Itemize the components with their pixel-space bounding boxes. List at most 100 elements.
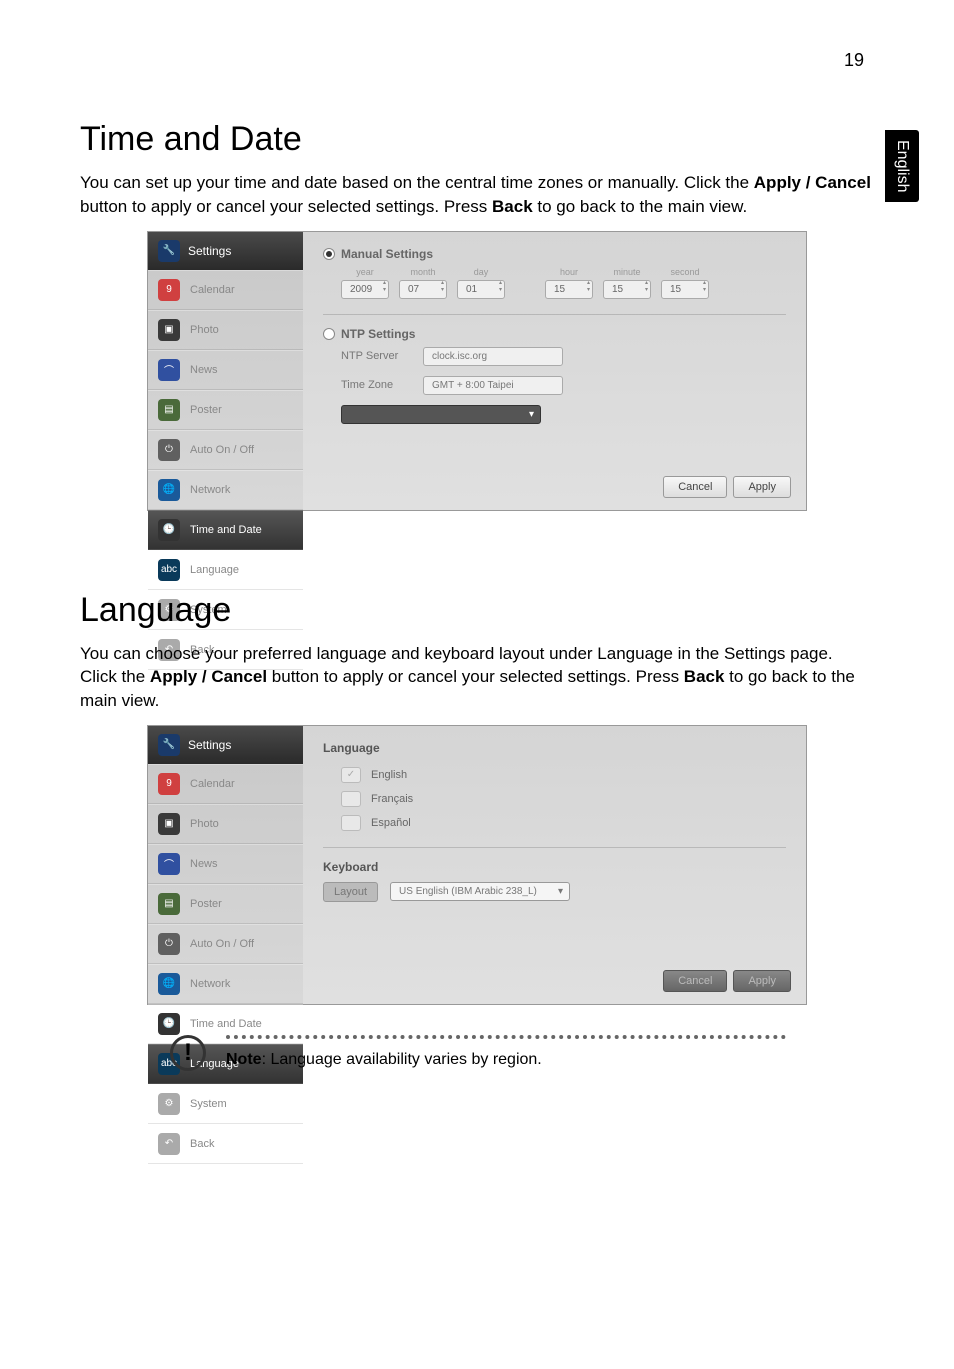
radio-icon <box>323 328 335 340</box>
sidebar-item-label: Poster <box>190 404 222 416</box>
sidebar-item-label: Auto On / Off <box>190 444 254 456</box>
rss-icon: ⌒ <box>158 853 180 875</box>
sidebar-item-calendar[interactable]: 9 Calendar <box>148 764 303 804</box>
language-option-francais[interactable]: Français <box>341 787 786 811</box>
sidebar-item-label: News <box>190 858 218 870</box>
layout-label: Layout <box>323 882 378 902</box>
label-second: second <box>661 267 709 277</box>
intro-language: You can choose your preferred language a… <box>80 642 874 713</box>
poster-icon: ▤ <box>158 399 180 421</box>
sidebar-item-language[interactable]: abc Language <box>148 550 303 590</box>
cancel-button[interactable]: Cancel <box>663 476 727 498</box>
month-spinner[interactable]: 07 <box>399 280 447 299</box>
sidebar-header: 🔧 Settings <box>148 726 303 764</box>
manual-settings-label: Manual Settings <box>341 247 433 261</box>
heading-time-and-date: Time and Date <box>80 120 874 159</box>
settings-sidebar: 🔧 Settings 9 Calendar ▣ Photo ⌒ News ▤ Poste… <box>148 726 303 1004</box>
date-field-labels: year month day hour minute second <box>323 267 786 277</box>
hour-spinner[interactable]: 15 <box>545 280 593 299</box>
language-content: Language ✓English Français Español Keybo… <box>303 726 806 1004</box>
sidebar-item-label: Time and Date <box>190 1018 262 1030</box>
time-date-content: Manual Settings year month day hour minu… <box>303 232 806 510</box>
year-spinner[interactable]: 2009 <box>341 280 389 299</box>
date-spinners: 2009 07 01 15 15 15 <box>323 280 786 299</box>
dotted-divider <box>226 1035 786 1039</box>
sidebar-item-photo[interactable]: ▣ Photo <box>148 310 303 350</box>
sidebar-item-label: Calendar <box>190 284 235 296</box>
label-month: month <box>399 267 447 277</box>
globe-icon: 🌐 <box>158 973 180 995</box>
sidebar-item-news[interactable]: ⌒ News <box>148 844 303 884</box>
sidebar-item-label: Language <box>190 564 239 576</box>
day-spinner[interactable]: 01 <box>457 280 505 299</box>
radio-icon <box>323 248 335 260</box>
keyboard-layout-select[interactable]: US English (IBM Arabic 238_L) <box>390 882 570 901</box>
wrench-icon: 🔧 <box>158 240 180 262</box>
sidebar-item-poster[interactable]: ▤ Poster <box>148 884 303 924</box>
sidebar-item-label: Back <box>190 1138 214 1150</box>
sidebar-header-label: Settings <box>188 738 231 752</box>
cancel-button[interactable]: Cancel <box>663 970 727 992</box>
keyboard-layout-row: Layout US English (IBM Arabic 238_L) <box>323 882 786 902</box>
sidebar-header: 🔧 Settings <box>148 232 303 270</box>
intro-time-and-date: You can set up your time and date based … <box>80 171 874 219</box>
sidebar-item-auto-on-off[interactable]: ⏻Auto On / Off <box>148 430 303 470</box>
second-spinner[interactable]: 15 <box>661 280 709 299</box>
label-day: day <box>457 267 505 277</box>
ntp-settings-radio[interactable]: NTP Settings <box>323 327 786 341</box>
poster-icon: ▤ <box>158 893 180 915</box>
timezone-value: GMT + 8:00 Taipei <box>423 376 563 395</box>
language-option-espanol[interactable]: Español <box>341 811 786 835</box>
sidebar-item-label: System <box>190 1098 227 1110</box>
sidebar-item-system[interactable]: ⚙ System <box>148 1084 303 1124</box>
clock-icon: 🕒 <box>158 519 180 541</box>
gear-icon: ⚙ <box>158 1093 180 1115</box>
manual-settings-radio[interactable]: Manual Settings <box>323 247 786 261</box>
calendar-icon: 9 <box>158 773 180 795</box>
ntp-server-input[interactable]: clock.isc.org <box>423 347 563 366</box>
keyboard-section-label: Keyboard <box>323 860 786 874</box>
label-minute: minute <box>603 267 651 277</box>
ntp-server-row: NTP Server clock.isc.org <box>323 347 786 366</box>
language-option-english[interactable]: ✓English <box>341 763 786 787</box>
sidebar-item-label: Photo <box>190 818 219 830</box>
heading-language: Language <box>80 591 874 630</box>
language-section-label: Language <box>323 741 786 755</box>
sidebar-header-label: Settings <box>188 244 231 258</box>
sidebar-item-calendar[interactable]: 9 Calendar <box>148 270 303 310</box>
sidebar-item-label: News <box>190 364 218 376</box>
sidebar-item-label: Calendar <box>190 778 235 790</box>
ntp-settings-label: NTP Settings <box>341 327 415 341</box>
timezone-dropdown[interactable] <box>341 405 541 424</box>
power-icon: ⏻ <box>158 933 180 955</box>
photo-icon: ▣ <box>158 319 180 341</box>
abc-icon: abc <box>158 559 180 581</box>
language-list: ✓English Français Español <box>323 763 786 835</box>
sidebar-item-news[interactable]: ⌒News <box>148 350 303 390</box>
sidebar-item-auto-on-off[interactable]: ⏻Auto On / Off <box>148 924 303 964</box>
apply-button[interactable]: Apply <box>733 476 791 498</box>
timezone-label: Time Zone <box>341 379 411 391</box>
sidebar-item-label: Poster <box>190 898 222 910</box>
check-icon <box>341 815 361 831</box>
sidebar-item-label: Photo <box>190 324 219 336</box>
sidebar-item-photo[interactable]: ▣ Photo <box>148 804 303 844</box>
ntp-server-label: NTP Server <box>341 350 411 362</box>
language-side-tab: English <box>885 130 919 202</box>
apply-button[interactable]: Apply <box>733 970 791 992</box>
sidebar-item-time-and-date[interactable]: 🕒Time and Date <box>148 510 303 550</box>
globe-icon: 🌐 <box>158 479 180 501</box>
sidebar-item-network[interactable]: 🌐Network <box>148 964 303 1004</box>
sidebar-item-back[interactable]: ↶Back <box>148 1124 303 1164</box>
calendar-icon: 9 <box>158 279 180 301</box>
note-section: ! Note: Language availability varies by … <box>170 1035 874 1071</box>
note-text: Note: Language availability varies by re… <box>226 1051 874 1069</box>
sidebar-item-network[interactable]: 🌐Network <box>148 470 303 510</box>
sidebar-item-poster[interactable]: ▤ Poster <box>148 390 303 430</box>
screenshot-time-and-date: 🔧 Settings 9 Calendar ▣ Photo ⌒News ▤ Poste… <box>147 231 807 511</box>
label-year: year <box>341 267 389 277</box>
photo-icon: ▣ <box>158 813 180 835</box>
language-label: Español <box>371 817 411 829</box>
label-hour: hour <box>545 267 593 277</box>
minute-spinner[interactable]: 15 <box>603 280 651 299</box>
